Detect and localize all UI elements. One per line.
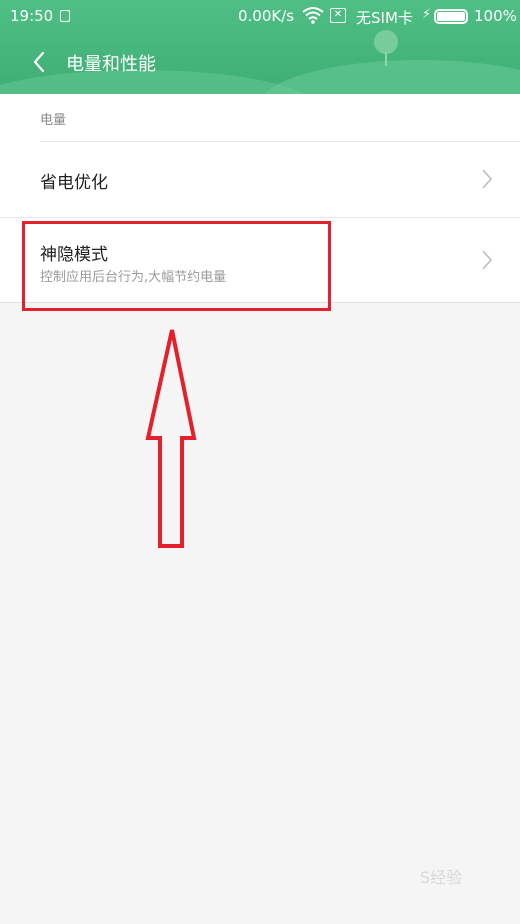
status-time: 19:50 xyxy=(10,7,54,25)
sim-icon xyxy=(60,10,70,22)
back-arrow-icon[interactable] xyxy=(26,48,54,76)
page-title: 电量和性能 xyxy=(66,54,156,75)
battery-fill xyxy=(437,12,465,21)
battery-percent: 100% xyxy=(474,7,517,25)
header-decoration xyxy=(260,60,520,94)
chevron-right-icon xyxy=(482,169,493,189)
annotation-highlight-box xyxy=(22,221,331,311)
list-item-power-saving[interactable]: 省电优化 xyxy=(0,142,520,217)
wifi-icon xyxy=(302,7,324,24)
chevron-right-icon xyxy=(482,250,493,270)
annotation-up-arrow xyxy=(145,329,197,548)
carrier-label: 无SIM卡 xyxy=(356,9,413,27)
watermark: S经验 xyxy=(420,868,463,887)
status-bar: 19:50 0.00K/s ✕ 无SIM卡 ⚡ 100% xyxy=(0,0,520,32)
tree-trunk xyxy=(385,52,387,66)
app-header: 19:50 0.00K/s ✕ 无SIM卡 ⚡ 100% 电量和性能 xyxy=(0,0,520,94)
section-label: 电量 xyxy=(40,113,67,128)
no-sim-icon: ✕ xyxy=(330,8,346,23)
charging-icon: ⚡ xyxy=(422,7,432,22)
list-item-title: 省电优化 xyxy=(40,173,108,193)
network-speed: 0.00K/s xyxy=(238,7,295,25)
section-header: 电量 xyxy=(0,94,520,142)
tree-icon xyxy=(374,30,398,54)
battery-icon xyxy=(434,9,468,24)
